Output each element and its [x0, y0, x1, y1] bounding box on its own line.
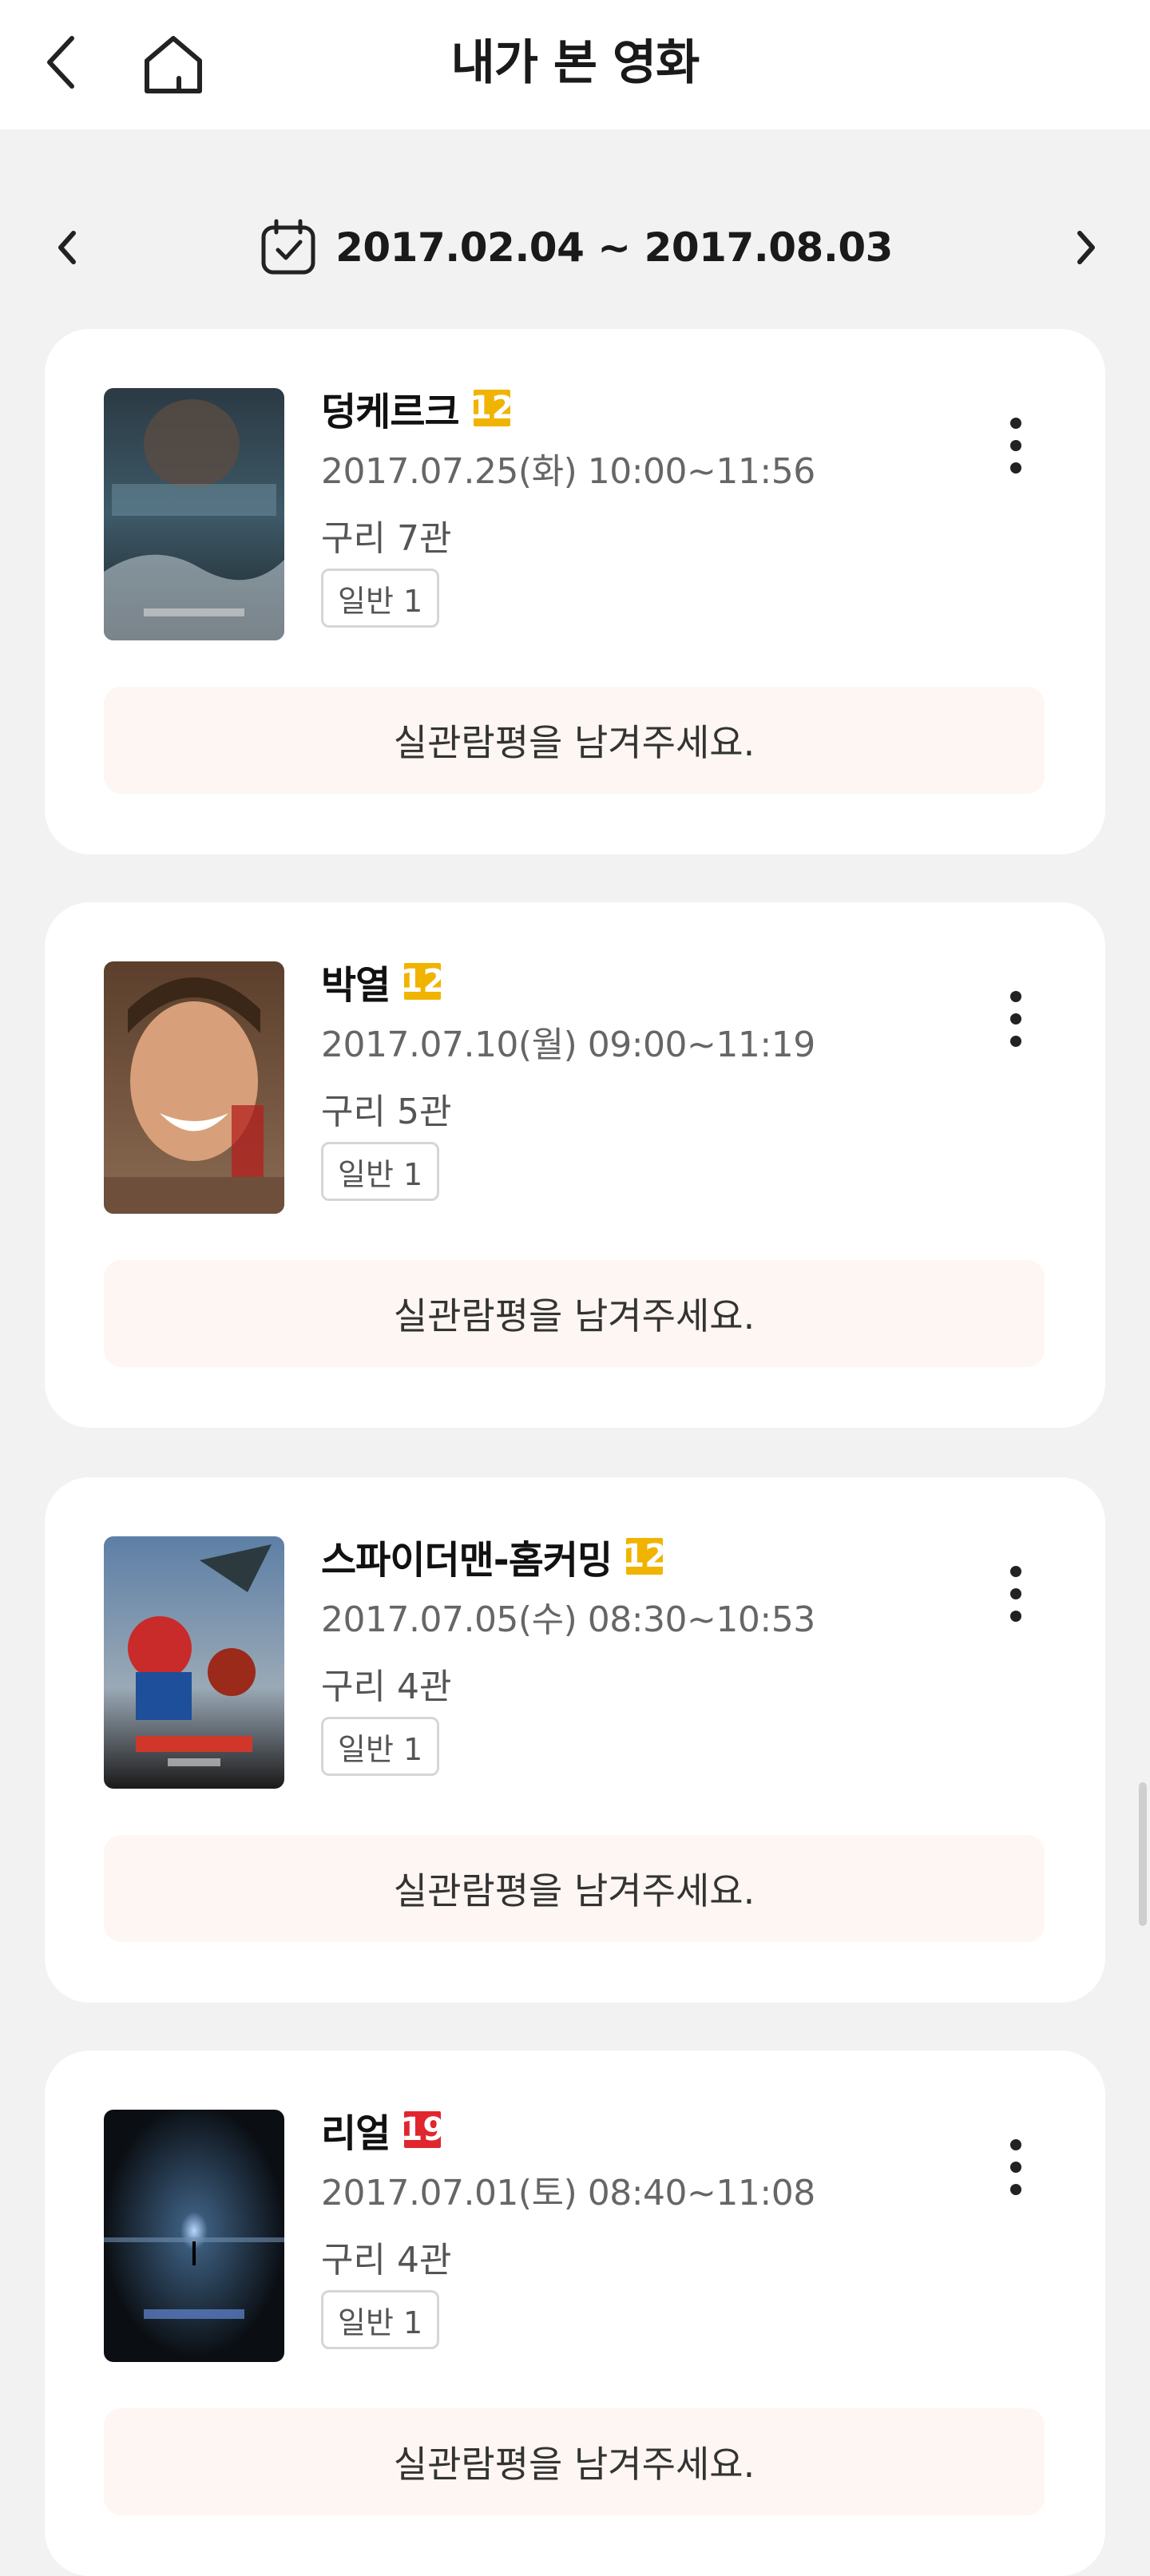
theater: 구리 4관: [321, 2240, 452, 2281]
movie-title-row: 박열 12: [321, 953, 445, 1009]
more-vertical-icon: [1010, 1566, 1021, 1622]
seat-badge: 일반 1: [321, 2290, 440, 2349]
age-rating-badge: 12: [470, 386, 514, 430]
more-options-button[interactable]: [992, 981, 1040, 1057]
theater: 구리 7관: [321, 518, 452, 559]
write-review-button[interactable]: 실관람평을 남겨주세요.: [104, 687, 1045, 794]
movie-card: 덩케르크 12 2017.07.25(화) 10:00~11:56 구리 7관 …: [45, 329, 1105, 854]
movie-title: 덩케르크: [321, 390, 460, 434]
more-vertical-icon: [1010, 2139, 1021, 2195]
date-range-selector[interactable]: 2017.02.04 ~ 2017.08.03: [0, 216, 1150, 279]
seat-badge: 일반 1: [321, 569, 440, 628]
showtime: 2017.07.10(월) 09:00~11:19: [321, 1024, 815, 1065]
app-header: 내가 본 영화: [0, 0, 1150, 129]
movie-title: 리얼: [321, 2111, 391, 2156]
movie-poster[interactable]: [104, 2110, 284, 2362]
movie-title-row: 스파이더맨-홈커밍 12: [321, 1528, 667, 1584]
date-range-bar: 2017.02.04 ~ 2017.08.03: [0, 208, 1150, 287]
seat-badge: 일반 1: [321, 1142, 440, 1201]
page-title: 내가 본 영화: [450, 35, 700, 91]
movie-title: 스파이더맨-홈커밍: [321, 1538, 613, 1583]
movie-card: 박열 12 2017.07.10(월) 09:00~11:19 구리 5관 일반…: [45, 902, 1105, 1428]
seat-badge: 일반 1: [321, 1717, 440, 1776]
more-vertical-icon: [1010, 991, 1021, 1047]
write-review-button[interactable]: 실관람평을 남겨주세요.: [104, 2408, 1045, 2515]
movie-card: 스파이더맨-홈커밍 12 2017.07.05(수) 08:30~10:53 구…: [45, 1477, 1105, 2003]
movie-title: 박열: [321, 963, 391, 1008]
movie-title-row: 리얼 19: [321, 2102, 445, 2158]
calendar-check-icon: [261, 219, 315, 275]
more-options-button[interactable]: [992, 407, 1040, 484]
write-review-button[interactable]: 실관람평을 남겨주세요.: [104, 1260, 1045, 1367]
movie-poster[interactable]: [104, 388, 284, 640]
more-vertical-icon: [1010, 418, 1021, 474]
age-rating-badge: 19: [401, 2108, 445, 2151]
movie-poster[interactable]: [104, 961, 284, 1214]
showtime: 2017.07.05(수) 08:30~10:53: [321, 1599, 815, 1640]
next-period-button[interactable]: [1061, 224, 1108, 271]
movie-title-row: 덩케르크 12: [321, 380, 514, 436]
showtime: 2017.07.01(토) 08:40~11:08: [321, 2173, 815, 2213]
age-rating-badge: 12: [622, 1535, 667, 1578]
movie-card: 리얼 19 2017.07.01(토) 08:40~11:08 구리 4관 일반…: [45, 2051, 1105, 2576]
theater: 구리 5관: [321, 1092, 452, 1132]
showtime: 2017.07.25(화) 10:00~11:56: [321, 451, 815, 492]
chevron-right-icon: [1077, 231, 1095, 264]
theater: 구리 4관: [321, 1666, 452, 1707]
write-review-button[interactable]: 실관람평을 남겨주세요.: [104, 1835, 1045, 1942]
age-rating-badge: 12: [401, 960, 445, 1003]
movie-poster[interactable]: [104, 1536, 284, 1789]
date-range-label: 2017.02.04 ~ 2017.08.03: [335, 224, 893, 271]
more-options-button[interactable]: [992, 1556, 1040, 1632]
scrollbar[interactable]: [1139, 1782, 1147, 1926]
more-options-button[interactable]: [992, 2129, 1040, 2205]
